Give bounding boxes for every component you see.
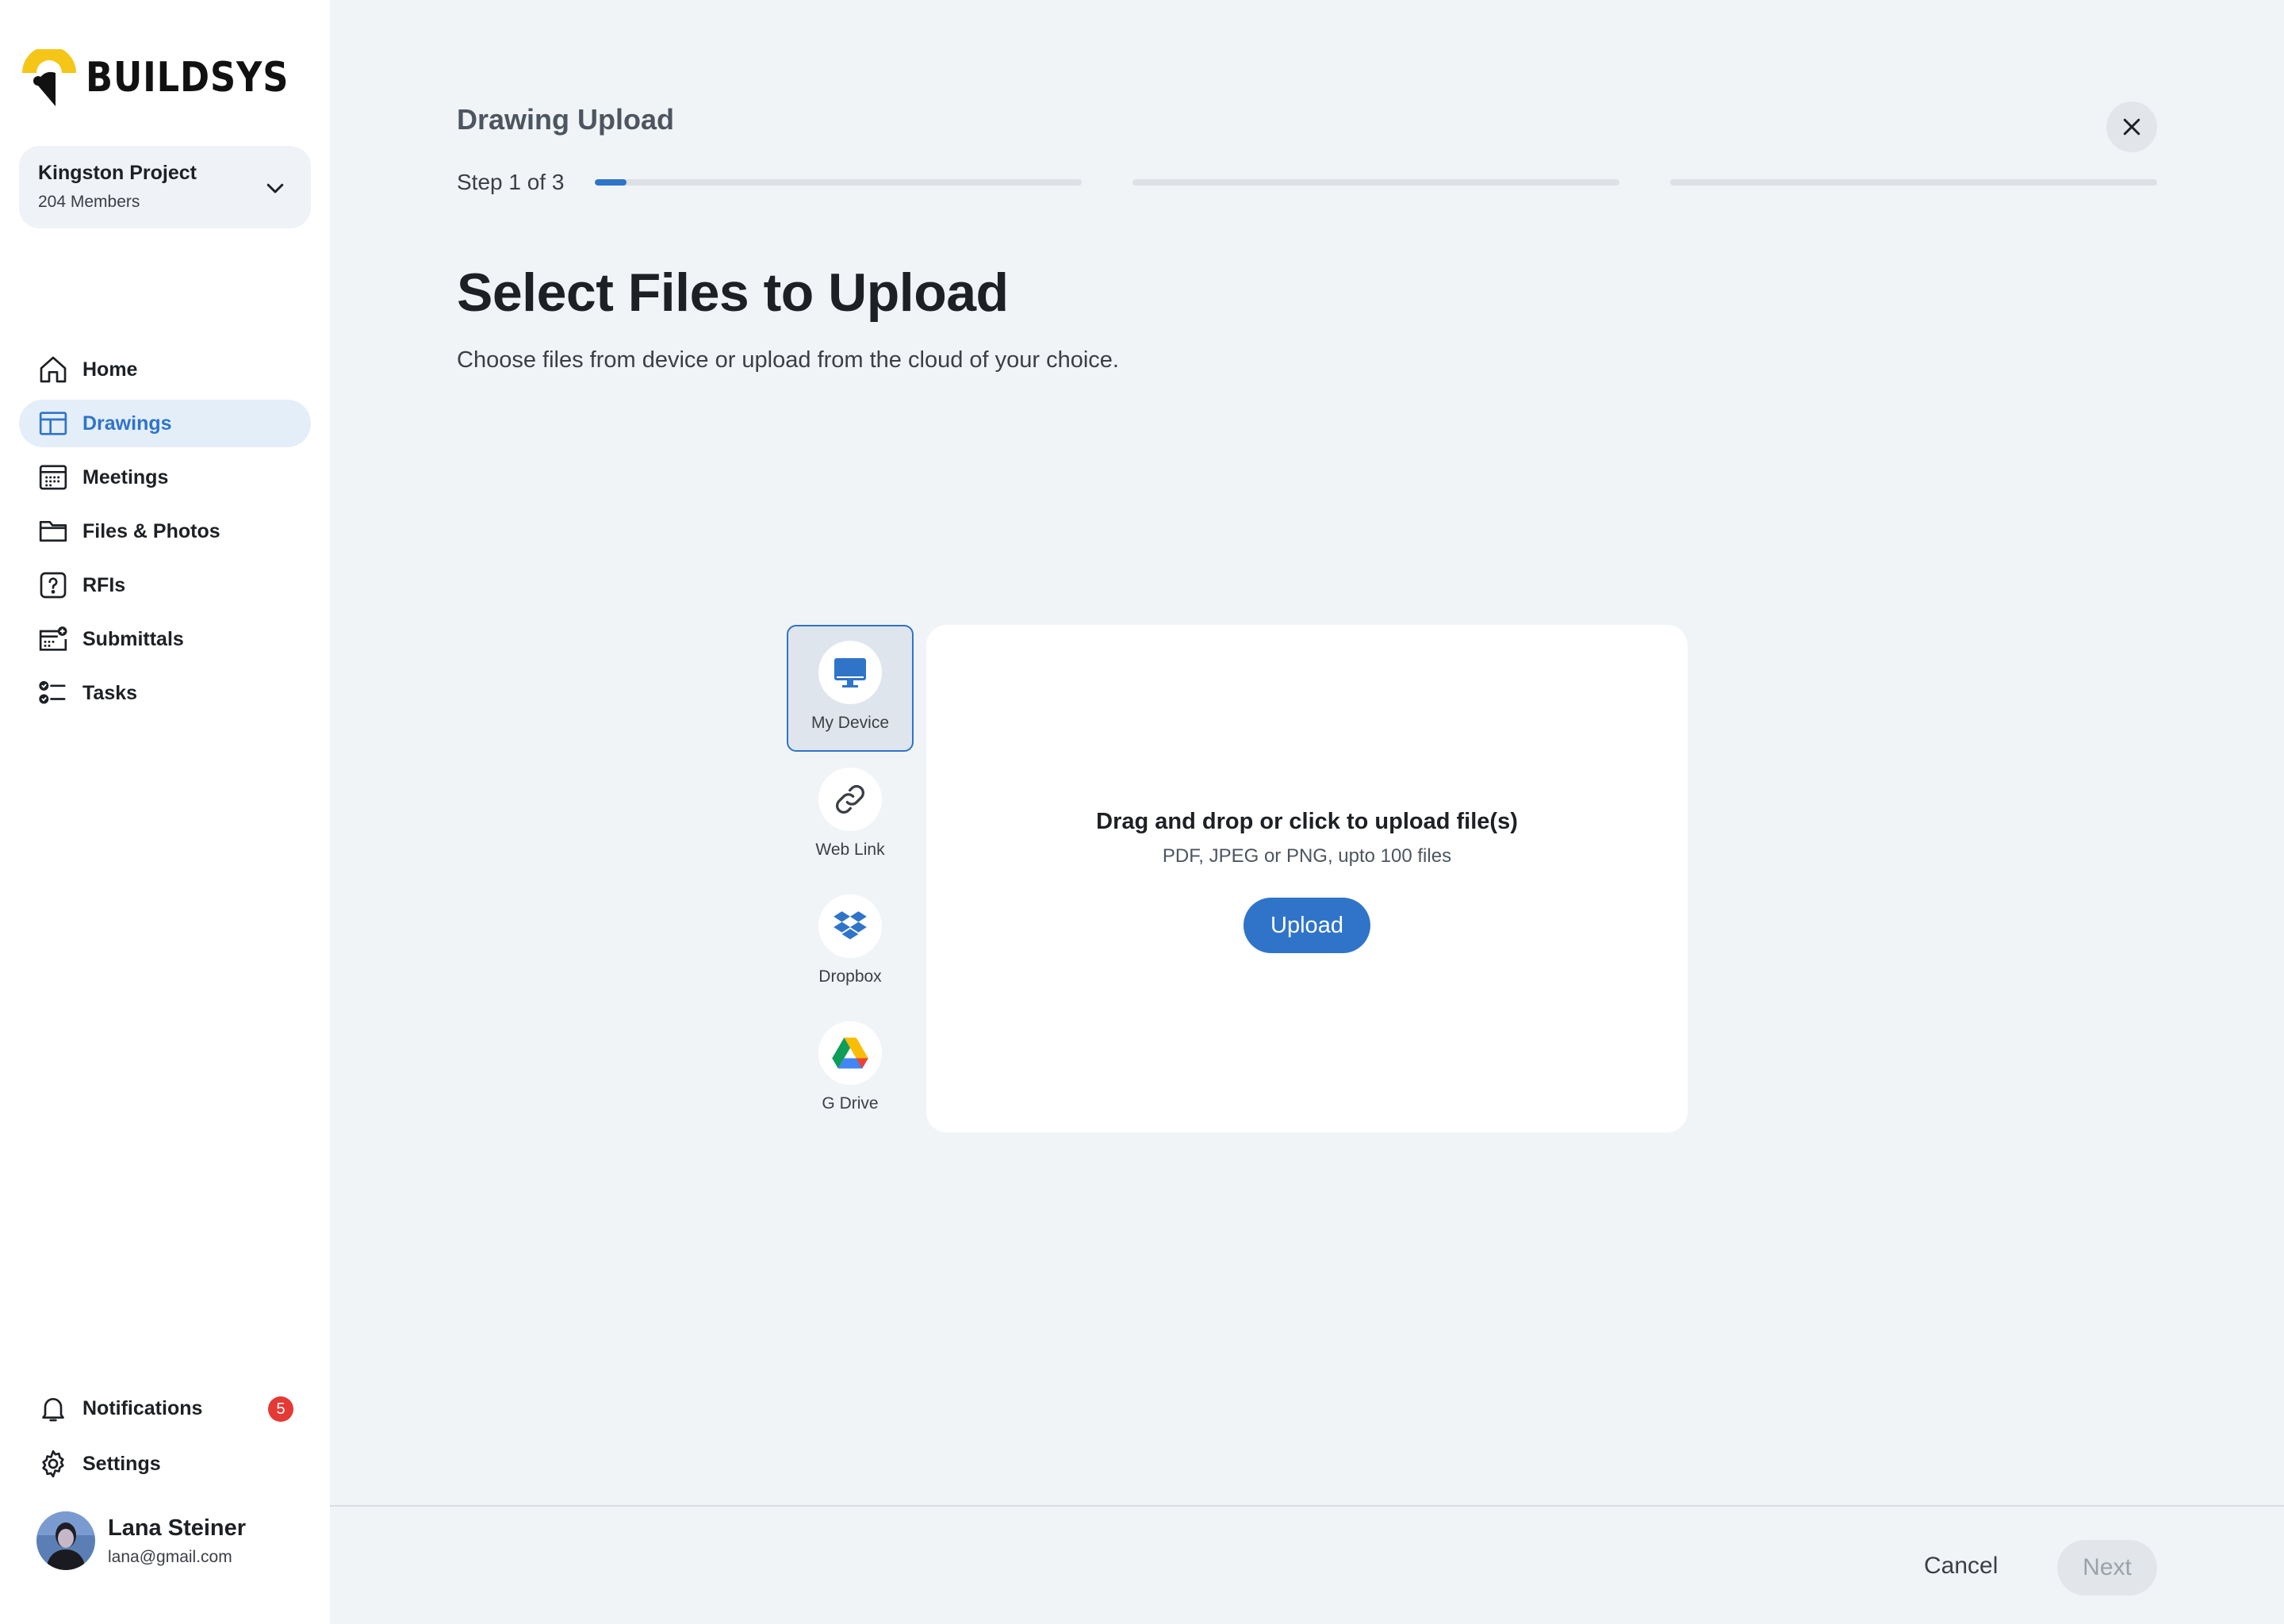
sidebar-item-home[interactable]: Home (19, 346, 311, 393)
cancel-button[interactable]: Cancel (1907, 1540, 2015, 1592)
sidebar-item-drawings[interactable]: Drawings (19, 400, 311, 447)
settings-label: Settings (82, 1452, 161, 1475)
submittals-icon (36, 622, 70, 656)
source-icon-circle (818, 641, 882, 704)
next-button[interactable]: Next (2057, 1540, 2157, 1595)
sidebar-item-submittals[interactable]: Submittals (19, 615, 311, 663)
close-button[interactable] (2106, 102, 2157, 152)
dropzone-subtitle: PDF, JPEG or PNG, upto 100 files (1162, 845, 1452, 867)
sidebar-bottom: Notifications 5 Settings (19, 1386, 311, 1497)
question-icon (36, 569, 70, 602)
source-icon-circle (818, 1021, 882, 1085)
sidebar-item-label: Meetings (82, 465, 169, 488)
project-name: Kingston Project (38, 162, 197, 184)
step-progress-fill (595, 179, 627, 186)
user-info: Lana Steiner lana@gmail.com (108, 1515, 246, 1567)
footer-bar: Cancel Next (330, 1505, 2284, 1624)
drawings-icon (36, 407, 70, 440)
upload-source-list: My Device Web Link Dropbox G Drive (787, 625, 914, 1132)
page-header-title: Drawing Upload (457, 103, 675, 136)
close-icon (2123, 118, 2140, 136)
user-name: Lana Steiner (108, 1515, 247, 1541)
sidebar-item-settings[interactable]: Settings (19, 1442, 311, 1486)
sidebar-item-label: RFIs (82, 573, 126, 596)
monitor-icon (834, 658, 866, 688)
chevron-down-icon (266, 183, 284, 193)
buildsys-logo-icon (22, 49, 76, 106)
source-label: My Device (811, 714, 890, 732)
page-subtitle: Choose files from device or upload from … (457, 347, 1119, 373)
project-switcher[interactable]: Kingston Project 204 Members (19, 146, 311, 228)
dropbox-icon (834, 911, 867, 940)
folder-icon (36, 515, 70, 548)
bell-icon (36, 1392, 70, 1425)
sidebar-item-label: Files & Photos (82, 519, 220, 542)
sidebar-item-rfis[interactable]: RFIs (19, 561, 311, 609)
source-label: Web Link (815, 841, 885, 859)
upload-button[interactable]: Upload (1244, 898, 1370, 953)
source-icon-circle (818, 768, 882, 831)
calendar-icon (36, 461, 70, 494)
sidebar: BUILDSYS Kingston Project 204 Members Ho… (0, 0, 330, 1624)
link-icon (836, 785, 864, 814)
step-indicator: Step 1 of 3 (457, 170, 565, 194)
user-email: lana@gmail.com (108, 1547, 232, 1566)
brand-name: BUILDSYS (86, 54, 289, 102)
sidebar-item-label: Tasks (82, 681, 138, 704)
source-icon-circle (818, 894, 882, 958)
sidebar-item-label: Submittals (82, 627, 184, 650)
source-my-device[interactable]: My Device (787, 625, 914, 752)
sidebar-item-label: Drawings (82, 412, 172, 435)
sidebar-nav: Home Drawings Meetings Files & Photos RF… (19, 346, 311, 723)
gear-icon (36, 1447, 70, 1480)
sidebar-item-files-photos[interactable]: Files & Photos (19, 508, 311, 555)
home-icon (36, 353, 70, 386)
source-web-link[interactable]: Web Link (787, 752, 914, 879)
sidebar-item-notifications[interactable]: Notifications 5 (19, 1386, 311, 1431)
page-title: Select Files to Upload (457, 262, 1009, 323)
step-progress-2 (1132, 179, 1619, 186)
step-progress-1 (595, 179, 1082, 186)
source-label: Dropbox (818, 967, 882, 986)
notifications-label: Notifications (82, 1396, 203, 1419)
google-drive-icon (832, 1037, 868, 1069)
tasks-icon (36, 676, 70, 710)
file-dropzone[interactable]: Drag and drop or click to upload file(s)… (926, 625, 1688, 1132)
source-dropbox[interactable]: Dropbox (787, 879, 914, 1005)
sidebar-item-meetings[interactable]: Meetings (19, 454, 311, 501)
brand-logo[interactable]: BUILDSYS (21, 49, 322, 106)
sidebar-item-tasks[interactable]: Tasks (19, 669, 311, 717)
sidebar-item-label: Home (82, 358, 138, 381)
source-label: G Drive (822, 1094, 879, 1113)
main-content: Drawing Upload Step 1 of 3 Select Files … (330, 0, 2284, 1624)
source-google-drive[interactable]: G Drive (787, 1005, 914, 1132)
avatar (36, 1511, 95, 1570)
step-progress-3 (1670, 179, 2157, 186)
project-members: 204 Members (38, 192, 140, 211)
user-profile[interactable]: Lana Steiner lana@gmail.com (36, 1511, 246, 1570)
dropzone-title: Drag and drop or click to upload file(s) (1096, 809, 1518, 834)
notification-count-badge: 5 (268, 1396, 293, 1422)
